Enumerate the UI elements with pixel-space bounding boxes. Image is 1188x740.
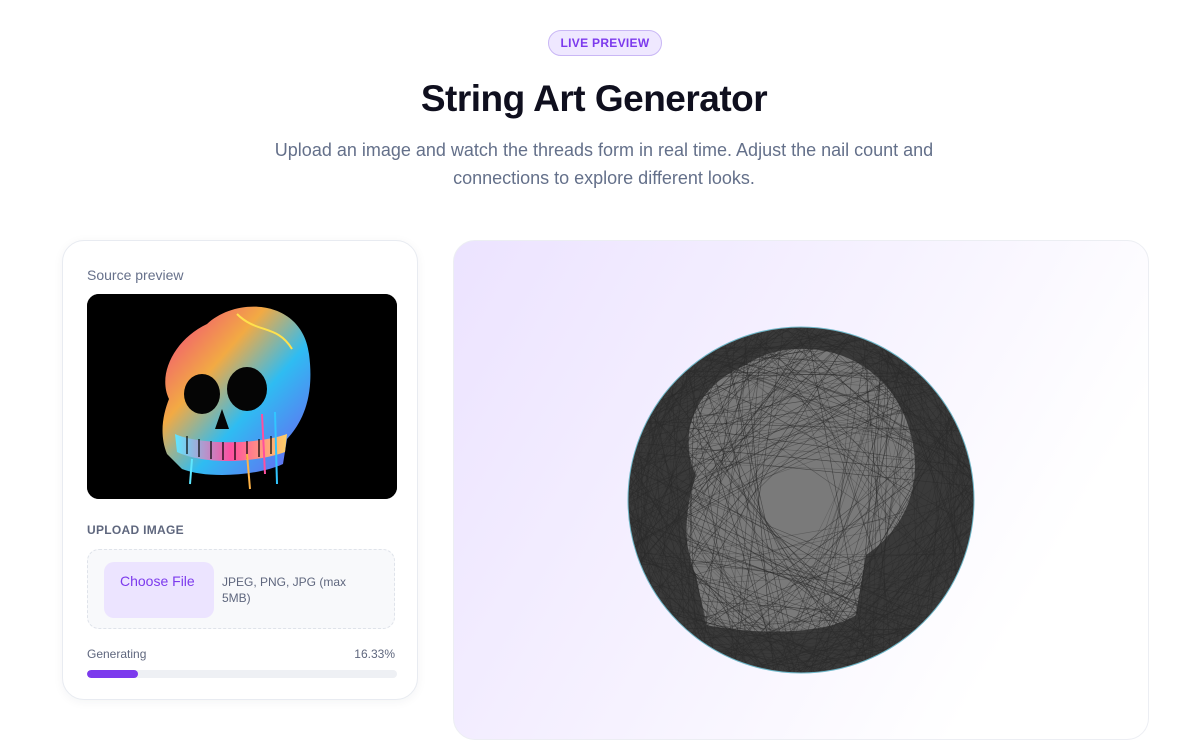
upload-dropzone[interactable]: Choose File JPEG, PNG, JPG (max 5MB): [87, 549, 395, 629]
progress-bar-fill: [87, 670, 138, 678]
upload-image-label: UPLOAD IMAGE: [87, 523, 184, 537]
choose-file-button[interactable]: Choose File: [104, 562, 214, 618]
file-type-hint: JPEG, PNG, JPG (max 5MB): [222, 575, 347, 605]
skull-image: [87, 294, 397, 499]
page-title: String Art Generator: [420, 78, 768, 119]
page-subtitle: Upload an image and watch the threads fo…: [274, 140, 934, 188]
string-art-canvas-card: [453, 240, 1149, 740]
live-preview-badge: LIVE PREVIEW: [548, 30, 662, 56]
source-preview-image: [87, 294, 397, 499]
progress-percentage: 16.33%: [354, 647, 395, 661]
progress-bar: [87, 670, 397, 678]
source-preview-label: Source preview: [87, 267, 184, 283]
progress-label: Generating: [87, 647, 147, 661]
controls-card: Source preview UPLOAD IMAGE Choose File …: [62, 240, 418, 700]
string-art-canvas: [627, 326, 975, 674]
